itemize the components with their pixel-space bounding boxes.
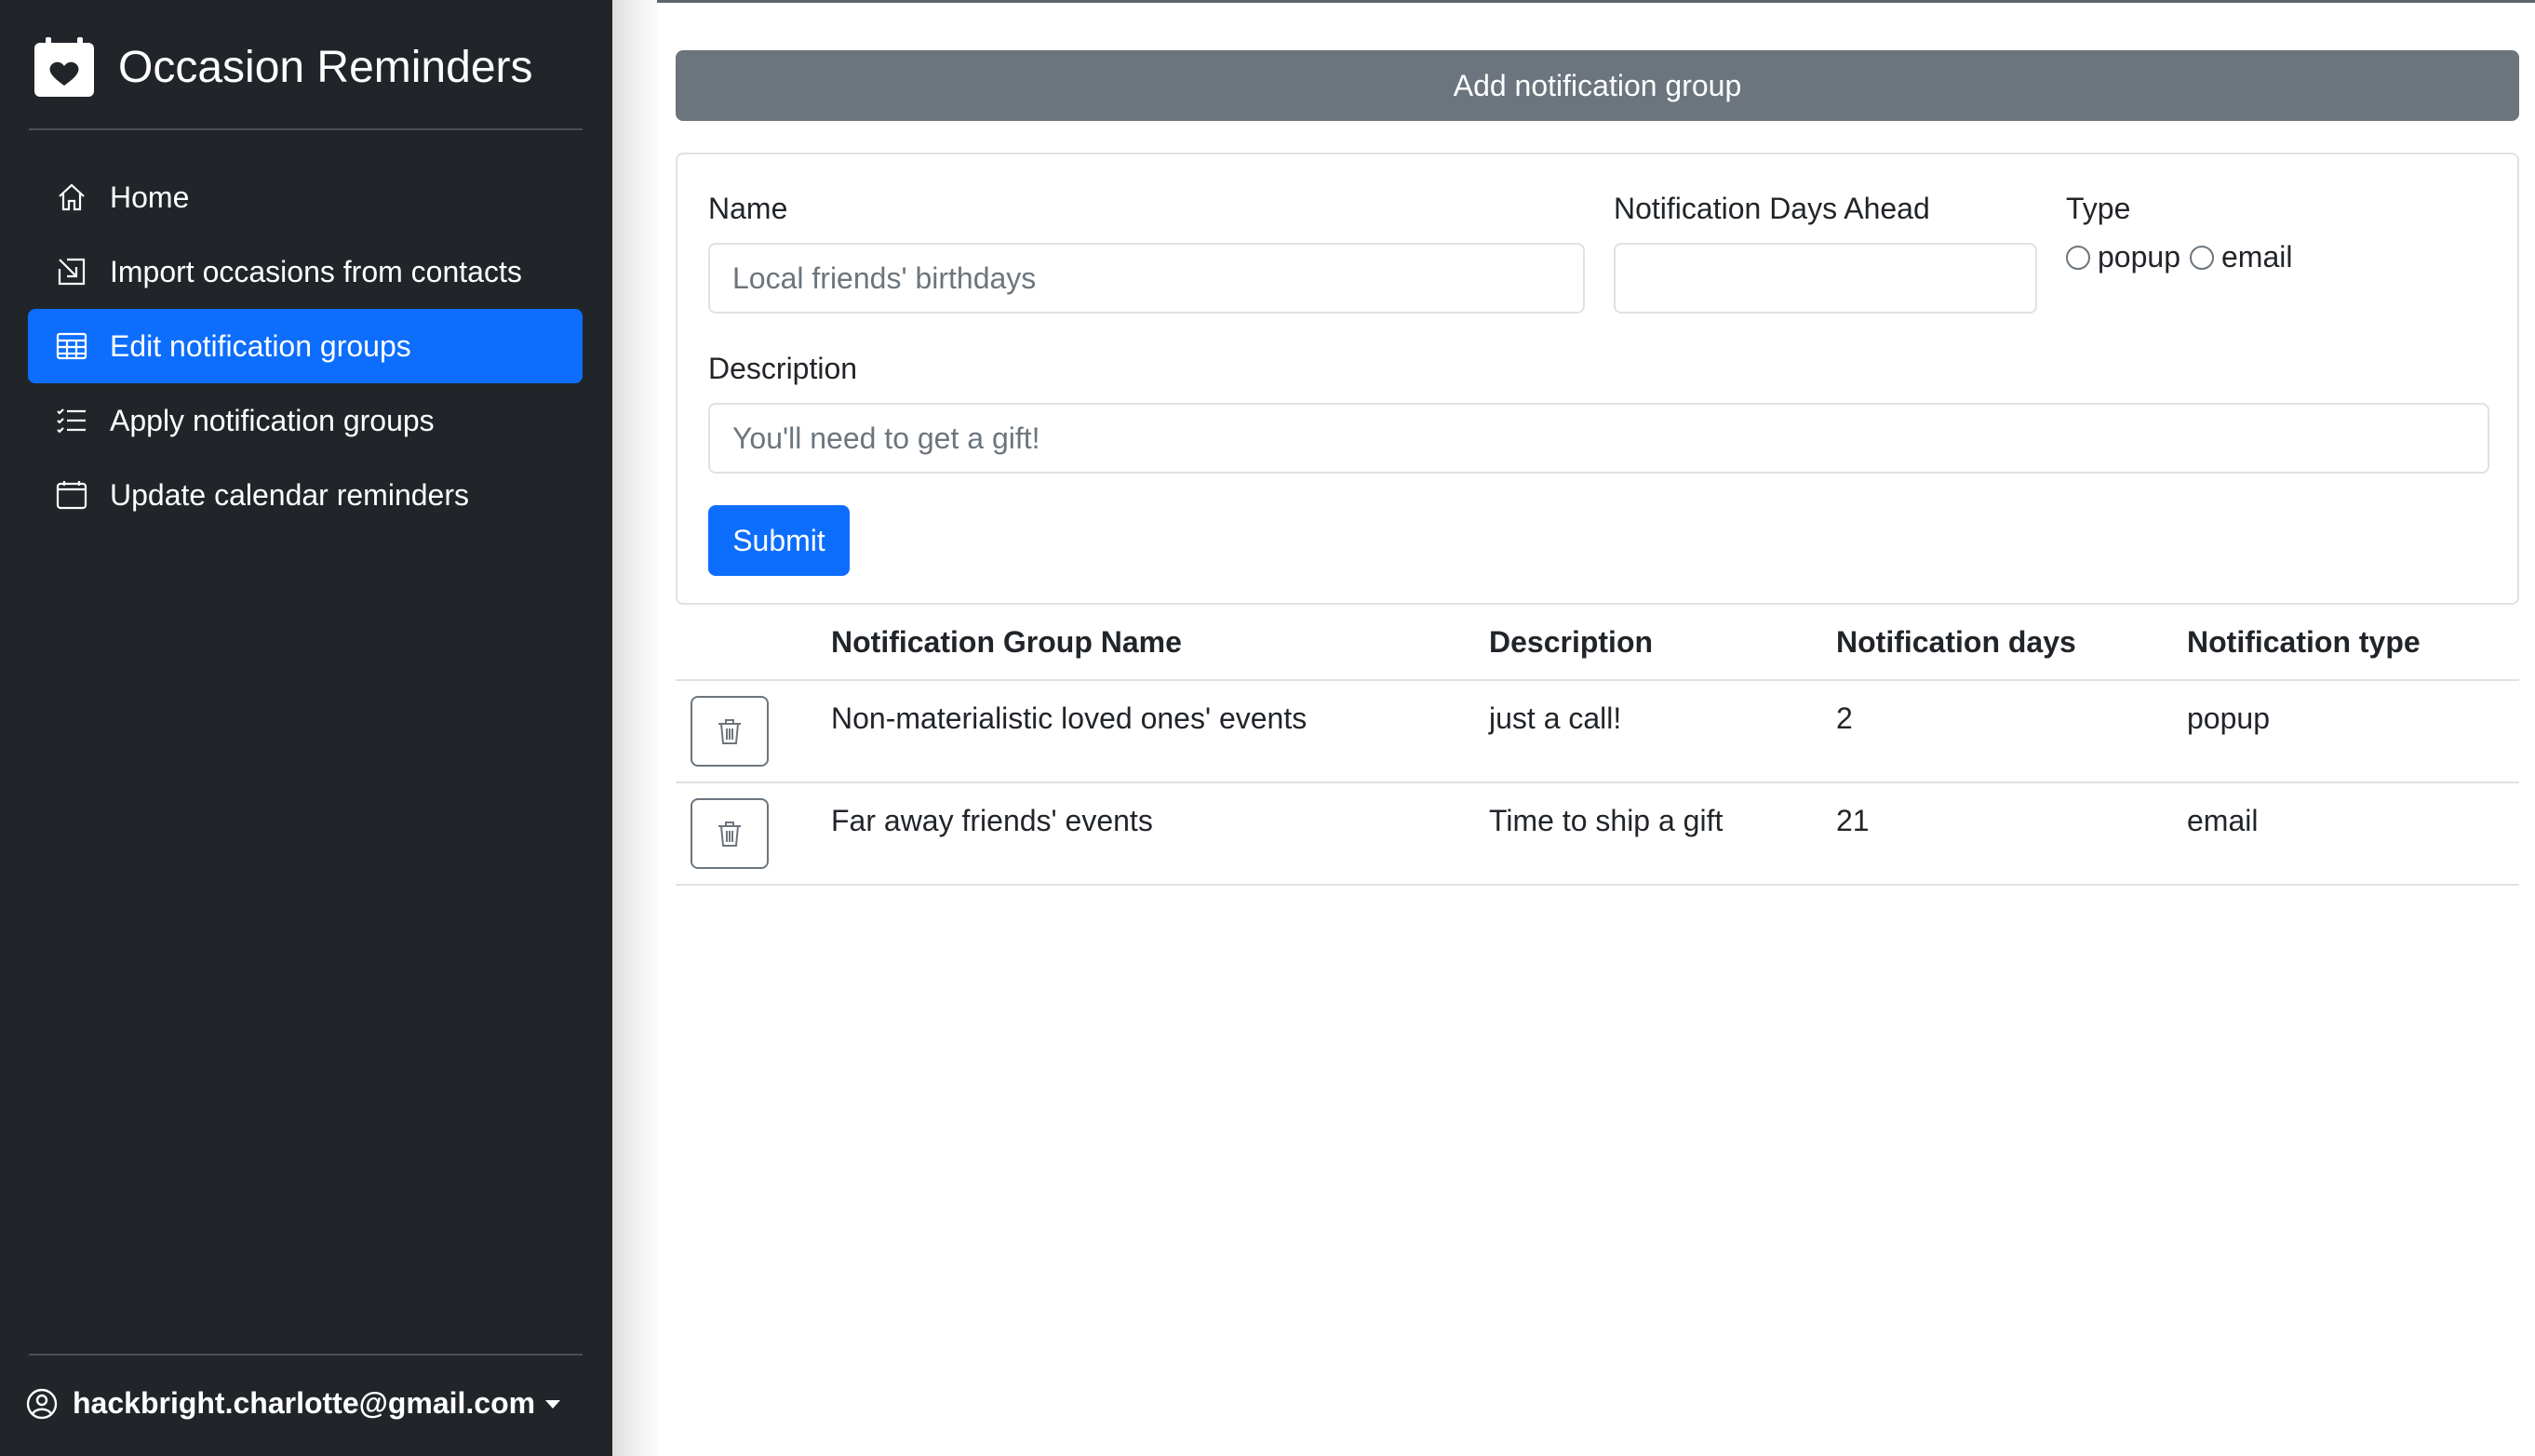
group-type-cell: popup [2187, 701, 2270, 735]
column-header-type: Notification type [2187, 625, 2421, 659]
column-header-days: Notification days [1836, 625, 2076, 659]
popup-radio-label[interactable]: popup [2098, 240, 2180, 274]
user-menu-dropdown[interactable]: hackbright.charlotte@gmail.com [26, 1386, 561, 1421]
top-border [657, 0, 2535, 3]
column-header-name: Notification Group Name [831, 625, 1182, 659]
sidebar: Occasion Reminders Home Import occasions… [0, 0, 612, 1456]
group-description-cell: Time to ship a gift [1489, 804, 1724, 837]
sidebar-item-update-reminders[interactable]: Update calendar reminders [28, 458, 583, 532]
trash-icon [718, 822, 741, 847]
main-content: Add notification group Name Notification… [676, 50, 2519, 886]
sidebar-item-apply-groups[interactable]: Apply notification groups [28, 383, 583, 458]
description-label: Description [708, 352, 858, 385]
delete-button[interactable] [691, 798, 769, 869]
table-icon [56, 332, 87, 360]
sidebar-item-edit-groups[interactable]: Edit notification groups [28, 309, 583, 383]
sidebar-nav: Home Import occasions from contacts Edit… [28, 160, 583, 532]
add-group-form: Name Notification Days Ahead Type popup … [676, 153, 2519, 605]
trash-icon [718, 719, 741, 744]
table-row: Far away friends' events Time to ship a … [676, 783, 2519, 886]
days-ahead-input[interactable] [1614, 243, 2037, 314]
add-notification-group-header[interactable]: Add notification group [676, 50, 2519, 121]
sidebar-shadow [612, 0, 657, 1456]
group-days-cell: 2 [1836, 701, 1853, 735]
submit-button[interactable]: Submit [708, 505, 850, 576]
popup-radio[interactable] [2066, 245, 2090, 270]
group-type-cell: email [2187, 804, 2259, 837]
name-input[interactable] [708, 243, 1585, 314]
type-label: Type [2066, 192, 2131, 225]
calendar-icon [56, 481, 87, 510]
group-days-cell: 21 [1836, 804, 1870, 837]
user-email: hackbright.charlotte@gmail.com [73, 1386, 536, 1420]
app-title: Occasion Reminders [118, 42, 533, 92]
brand[interactable]: Occasion Reminders [33, 35, 533, 99]
table-row: Non-materialistic loved ones' events jus… [676, 681, 2519, 783]
group-name-cell: Far away friends' events [831, 804, 1153, 837]
sidebar-item-import[interactable]: Import occasions from contacts [28, 234, 583, 309]
group-name-cell: Non-materialistic loved ones' events [831, 701, 1308, 735]
calendar-heart-icon [34, 37, 94, 97]
person-circle-icon [26, 1388, 58, 1419]
description-input[interactable] [708, 403, 2489, 474]
caret-down-icon [545, 1399, 561, 1409]
box-arrow-in-icon [58, 258, 86, 286]
table-header: Notification Group Name Description Noti… [676, 605, 2519, 681]
email-radio[interactable] [2189, 245, 2214, 270]
email-radio-label[interactable]: email [2221, 240, 2292, 274]
house-icon [59, 183, 85, 211]
group-description-cell: just a call! [1489, 701, 1622, 735]
list-check-icon [57, 408, 86, 434]
sidebar-item-home[interactable]: Home [28, 160, 583, 234]
column-header-description: Description [1489, 625, 1654, 659]
type-radio-group: popup email [2066, 240, 2301, 274]
sidebar-divider-bottom [29, 1354, 583, 1356]
sidebar-divider [29, 128, 583, 130]
name-label: Name [708, 192, 788, 225]
delete-button[interactable] [691, 696, 769, 767]
days-ahead-label: Notification Days Ahead [1614, 192, 1930, 225]
notification-groups-table: Notification Group Name Description Noti… [676, 605, 2519, 886]
